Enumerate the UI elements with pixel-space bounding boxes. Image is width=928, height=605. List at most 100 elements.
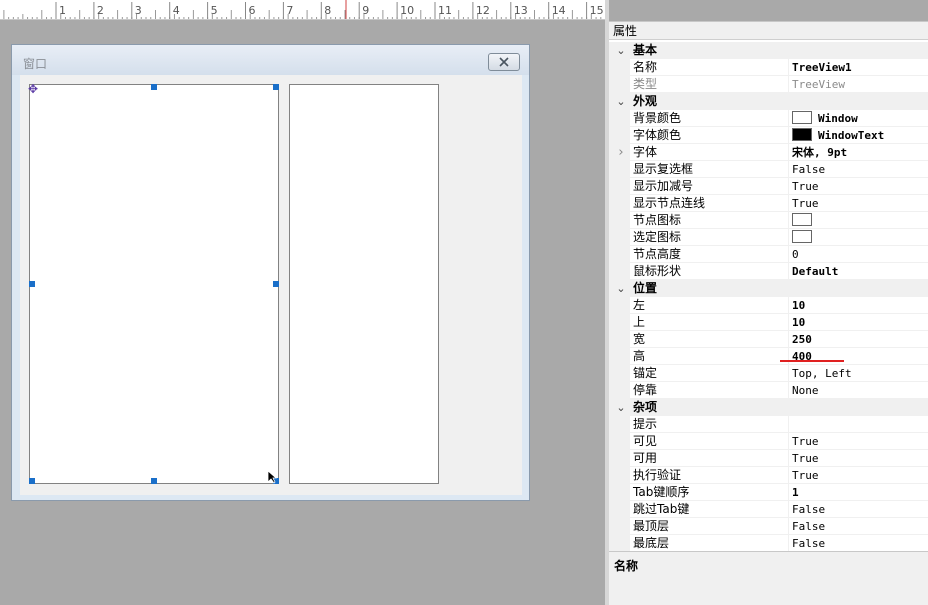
property-value[interactable]: 宋体, 9pt	[789, 144, 928, 161]
property-row[interactable]: 可见 True	[609, 433, 928, 450]
property-value[interactable]: False	[789, 501, 928, 518]
property-row[interactable]: 节点图标	[609, 212, 928, 229]
property-value-text: True	[792, 469, 819, 482]
property-row[interactable]: 名称 TreeView1	[609, 59, 928, 76]
property-row[interactable]: 提示	[609, 416, 928, 433]
property-value[interactable]: True	[789, 195, 928, 212]
property-row[interactable]: 显示加减号 True	[609, 178, 928, 195]
property-row[interactable]: › 字体 宋体, 9pt	[609, 144, 928, 161]
ruler-number: 14	[551, 4, 566, 17]
row-gutter	[609, 314, 630, 331]
resize-handle-top-right[interactable]	[273, 84, 279, 90]
property-row[interactable]: 跳过Tab键 False	[609, 501, 928, 518]
property-value[interactable]: 1	[789, 484, 928, 501]
property-row[interactable]: 显示节点连线 True	[609, 195, 928, 212]
property-value[interactable]: True	[789, 450, 928, 467]
form-title: 窗口	[23, 57, 48, 71]
expand-chevron-icon[interactable]: ›	[615, 144, 627, 161]
resize-handle-bottom-left[interactable]	[29, 478, 35, 484]
property-row[interactable]: 高 400	[609, 348, 928, 365]
property-value[interactable]: TreeView	[789, 76, 928, 93]
property-value[interactable]: 250	[789, 331, 928, 348]
category-label: 杂项	[630, 399, 789, 416]
property-row[interactable]: 最底层 False	[609, 535, 928, 552]
mouse-cursor-icon	[267, 470, 277, 484]
treeview2-control[interactable]	[289, 84, 439, 484]
property-name: 选定图标	[630, 229, 789, 246]
row-gutter	[609, 382, 630, 399]
red-annotation-underline	[780, 360, 844, 362]
property-value[interactable]: False	[789, 518, 928, 535]
property-category[interactable]: ⌄ 基本	[609, 42, 928, 59]
property-category[interactable]: ⌄ 外观	[609, 93, 928, 110]
row-gutter	[609, 331, 630, 348]
property-row[interactable]: 左 10	[609, 297, 928, 314]
row-gutter	[609, 110, 630, 127]
property-row[interactable]: 上 10	[609, 314, 928, 331]
property-value[interactable]: 0	[789, 246, 928, 263]
property-value[interactable]: WindowText	[789, 127, 928, 144]
close-x-icon	[499, 57, 509, 67]
property-row[interactable]: 停靠 None	[609, 382, 928, 399]
ruler-number: 12	[475, 4, 490, 17]
property-row[interactable]: 选定图标	[609, 229, 928, 246]
property-value[interactable]	[789, 212, 928, 229]
property-value[interactable]: Top, Left	[789, 365, 928, 382]
row-gutter	[609, 297, 630, 314]
property-value[interactable]: True	[789, 433, 928, 450]
property-row[interactable]: 显示复选框 False	[609, 161, 928, 178]
ruler-number: 15	[589, 4, 604, 17]
property-value[interactable]: True	[789, 467, 928, 484]
category-label: 基本	[630, 42, 789, 59]
resize-handle-bottom[interactable]	[151, 478, 157, 484]
property-category[interactable]: ⌄ 位置	[609, 280, 928, 297]
row-gutter	[609, 263, 630, 280]
property-row[interactable]: 节点高度 0	[609, 246, 928, 263]
treeview1-control[interactable]	[29, 84, 279, 484]
move-handle-icon[interactable]: ✥	[28, 83, 38, 95]
property-row[interactable]: Tab键顺序 1	[609, 484, 928, 501]
row-gutter	[609, 76, 630, 93]
property-row[interactable]: 字体颜色 WindowText	[609, 127, 928, 144]
property-row[interactable]: 鼠标形状 Default	[609, 263, 928, 280]
resize-handle-top[interactable]	[151, 84, 157, 90]
resize-handle-right[interactable]	[273, 281, 279, 287]
color-swatch	[792, 128, 812, 141]
property-value[interactable]: True	[789, 178, 928, 195]
property-value[interactable]: Window	[789, 110, 928, 127]
property-value[interactable]: TreeView1	[789, 59, 928, 76]
collapse-chevron-icon[interactable]: ⌄	[615, 42, 627, 59]
description-title: 名称	[614, 559, 639, 573]
property-value[interactable]	[789, 229, 928, 246]
property-value[interactable]	[789, 416, 928, 433]
property-value[interactable]: False	[789, 535, 928, 552]
property-value[interactable]: 10	[789, 297, 928, 314]
property-value[interactable]: 10	[789, 314, 928, 331]
property-value[interactable]: None	[789, 382, 928, 399]
property-row[interactable]: 锚定 Top, Left	[609, 365, 928, 382]
property-row[interactable]: 可用 True	[609, 450, 928, 467]
row-gutter	[609, 229, 630, 246]
form-titlebar[interactable]: 窗口	[12, 45, 529, 75]
property-value-text: False	[792, 520, 826, 533]
property-category[interactable]: ⌄ 杂项	[609, 399, 928, 416]
property-value-text: True	[792, 197, 819, 210]
property-name: 最底层	[630, 535, 789, 552]
ruler-number: 9	[362, 4, 370, 17]
property-row[interactable]: 执行验证 True	[609, 467, 928, 484]
property-row[interactable]: 类型 TreeView	[609, 76, 928, 93]
property-row[interactable]: 背景颜色 Window	[609, 110, 928, 127]
property-row[interactable]: 宽 250	[609, 331, 928, 348]
property-value[interactable]: 400	[789, 348, 928, 365]
property-grid[interactable]: ⌄ 基本 名称 TreeView1 类型 TreeView ⌄ 外观 背景颜色 Window 字体颜…	[609, 42, 928, 552]
ruler-number: 5	[210, 4, 218, 17]
collapse-chevron-icon[interactable]: ⌄	[615, 399, 627, 416]
property-value[interactable]: Default	[789, 263, 928, 280]
form-close-button[interactable]	[488, 53, 520, 71]
collapse-chevron-icon[interactable]: ⌄	[615, 93, 627, 110]
color-swatch	[792, 111, 812, 124]
collapse-chevron-icon[interactable]: ⌄	[615, 280, 627, 297]
property-row[interactable]: 最顶层 False	[609, 518, 928, 535]
property-value[interactable]: False	[789, 161, 928, 178]
resize-handle-left[interactable]	[29, 281, 35, 287]
